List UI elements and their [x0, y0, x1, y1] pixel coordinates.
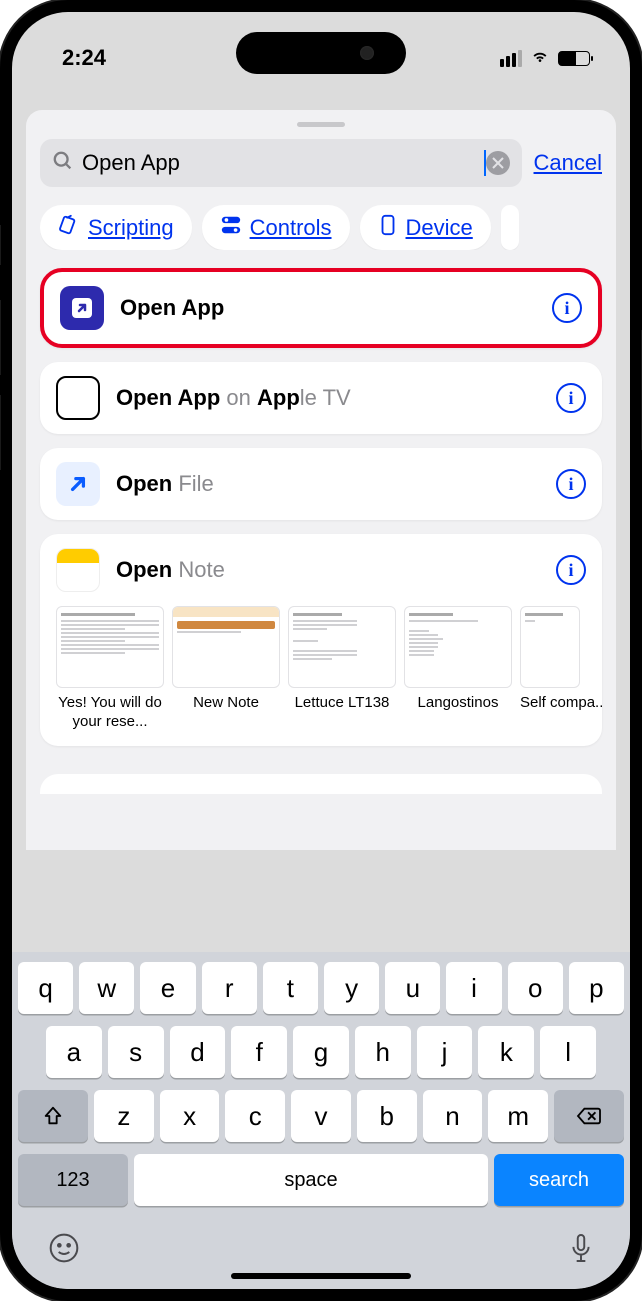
search-sheet: Open App Cancel Scripting	[26, 110, 616, 850]
note-item[interactable]: Self compa...	[520, 606, 580, 732]
notes-icon	[56, 548, 100, 592]
note-label: Langostinos	[404, 694, 512, 713]
note-label: New Note	[172, 694, 280, 713]
key-q[interactable]: q	[18, 962, 73, 1014]
note-item[interactable]: New Note	[172, 606, 280, 732]
key-search[interactable]: search	[494, 1154, 624, 1206]
note-item[interactable]: Langostinos	[404, 606, 512, 732]
result-open-app-appletv[interactable]: Open App on Apple TV i	[40, 362, 602, 434]
key-g[interactable]: g	[293, 1026, 349, 1078]
keyboard: q w e r t y u i o p a s d f g h j k l	[12, 952, 630, 1289]
key-n[interactable]: n	[423, 1090, 483, 1142]
key-b[interactable]: b	[357, 1090, 417, 1142]
cellular-signal-icon	[500, 50, 522, 67]
key-t[interactable]: t	[263, 962, 318, 1014]
notes-grid[interactable]: Yes! You will do your rese... New Note L…	[56, 606, 602, 732]
chip-device[interactable]: Device	[360, 205, 491, 250]
category-chips[interactable]: Scripting Controls Device	[40, 205, 602, 250]
chip-label: Controls	[250, 215, 332, 241]
key-d[interactable]: d	[170, 1026, 226, 1078]
status-time: 2:24	[62, 45, 106, 71]
key-h[interactable]: h	[355, 1026, 411, 1078]
dynamic-island	[236, 32, 406, 74]
open-file-icon	[56, 462, 100, 506]
key-w[interactable]: w	[79, 962, 134, 1014]
keyboard-row-1: q w e r t y u i o p	[18, 962, 624, 1014]
key-z[interactable]: z	[94, 1090, 154, 1142]
keyboard-row-4: 123 space search	[18, 1154, 624, 1206]
key-i[interactable]: i	[446, 962, 501, 1014]
sheet-grabber[interactable]	[297, 122, 345, 127]
key-f[interactable]: f	[231, 1026, 287, 1078]
note-label: Lettuce LT138	[288, 694, 396, 713]
key-123[interactable]: 123	[18, 1154, 128, 1206]
chip-next[interactable]	[501, 205, 519, 250]
scripting-icon	[58, 214, 80, 241]
home-indicator[interactable]	[231, 1273, 411, 1279]
info-button[interactable]: i	[556, 555, 586, 585]
note-label: Self compa...	[520, 694, 580, 713]
emoji-button[interactable]	[48, 1232, 80, 1269]
key-space[interactable]: space	[134, 1154, 488, 1206]
chip-scripting[interactable]: Scripting	[40, 205, 192, 250]
note-label: Yes! You will do your rese...	[56, 694, 164, 732]
result-partial[interactable]	[40, 774, 602, 794]
key-backspace[interactable]	[554, 1090, 624, 1142]
key-r[interactable]: r	[202, 962, 257, 1014]
key-v[interactable]: v	[291, 1090, 351, 1142]
open-app-icon	[60, 286, 104, 330]
chip-controls[interactable]: Controls	[202, 205, 350, 250]
key-shift[interactable]	[18, 1090, 88, 1142]
controls-icon	[220, 214, 242, 241]
search-icon	[52, 150, 74, 177]
key-a[interactable]: a	[46, 1026, 102, 1078]
result-title: Open File	[116, 471, 540, 497]
key-u[interactable]: u	[385, 962, 440, 1014]
result-title: Open App	[120, 295, 536, 321]
battery-icon	[558, 51, 590, 66]
result-open-file[interactable]: Open File i	[40, 448, 602, 520]
cancel-button[interactable]: Cancel	[534, 150, 602, 176]
device-icon	[378, 214, 398, 241]
note-item[interactable]: Lettuce LT138	[288, 606, 396, 732]
result-title: Open Note	[116, 557, 540, 583]
note-item[interactable]: Yes! You will do your rese...	[56, 606, 164, 732]
key-o[interactable]: o	[508, 962, 563, 1014]
search-input[interactable]: Open App	[82, 150, 486, 176]
wifi-icon	[529, 45, 551, 72]
search-field[interactable]: Open App	[40, 139, 522, 187]
key-y[interactable]: y	[324, 962, 379, 1014]
key-c[interactable]: c	[225, 1090, 285, 1142]
key-l[interactable]: l	[540, 1026, 596, 1078]
info-button[interactable]: i	[556, 469, 586, 499]
chip-label: Device	[406, 215, 473, 241]
key-e[interactable]: e	[140, 962, 195, 1014]
dictation-button[interactable]	[568, 1232, 594, 1269]
keyboard-row-2: a s d f g h j k l	[18, 1026, 624, 1078]
key-s[interactable]: s	[108, 1026, 164, 1078]
info-button[interactable]: i	[556, 383, 586, 413]
result-title: Open App on Apple TV	[116, 385, 540, 411]
chip-label: Scripting	[88, 215, 174, 241]
result-open-app[interactable]: Open App i	[40, 268, 602, 348]
key-k[interactable]: k	[478, 1026, 534, 1078]
keyboard-row-3: z x c v b n m	[18, 1090, 624, 1142]
key-j[interactable]: j	[417, 1026, 473, 1078]
result-open-note[interactable]: Open Note i Yes! You will do your rese..…	[40, 534, 602, 746]
appletv-icon	[56, 376, 100, 420]
key-x[interactable]: x	[160, 1090, 220, 1142]
key-p[interactable]: p	[569, 962, 624, 1014]
clear-search-button[interactable]	[486, 151, 510, 175]
key-m[interactable]: m	[488, 1090, 548, 1142]
info-button[interactable]: i	[552, 293, 582, 323]
